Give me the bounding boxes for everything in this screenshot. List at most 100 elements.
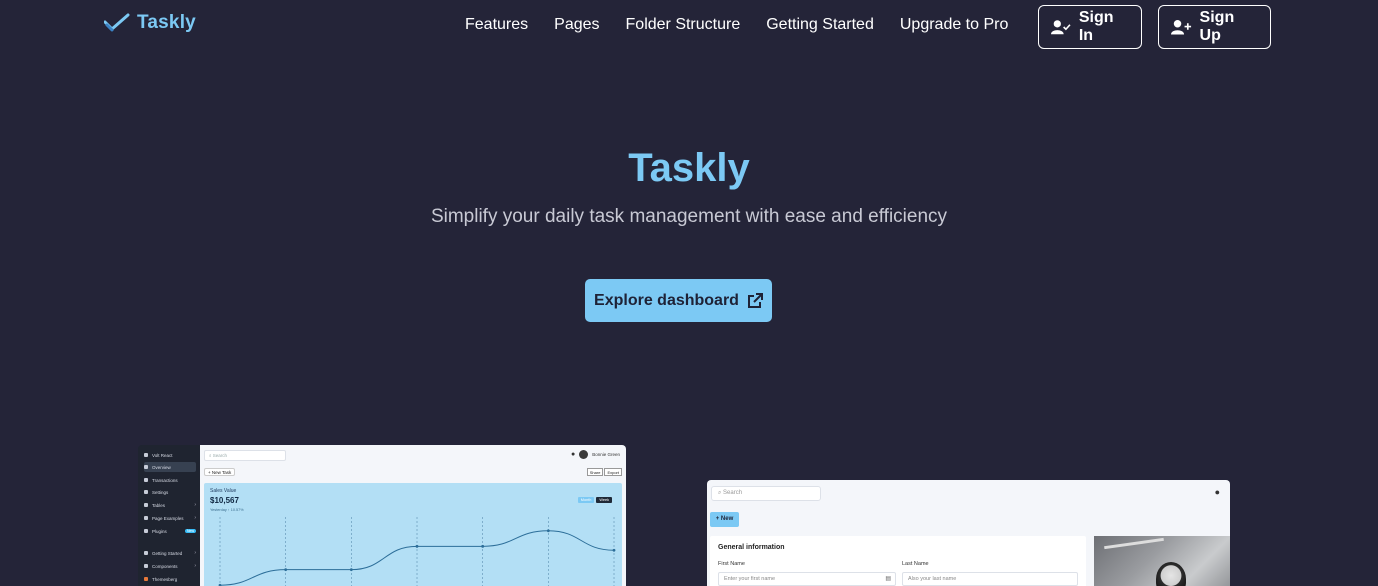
hero-subtitle: Simplify your daily task management with… [430,206,948,227]
user-check-icon [1051,20,1071,35]
preview-sidebar-item: Tables › [144,500,196,510]
preview-sidebar-item: Components › [144,561,196,571]
navbar: Taskly Features Pages Folder Structure G… [0,0,1378,54]
preview-export-button: Export [604,468,622,476]
explore-dashboard-label: Explore dashboard [594,291,739,309]
preview-sidebar-item: Themesberg [144,574,196,584]
calendar-icon: ▤ [885,576,891,582]
user-plus-icon [1171,19,1192,35]
preview-sidebar-label: Themesberg [152,576,178,582]
preview-main: ⌕ Search ● Bonnie Green + New Task Share… [200,445,626,586]
chevron-right-icon: › [194,563,196,569]
preview2-search: ⌕ Search [711,486,821,501]
preview-card-delta: Yesterday ↑ 10.57% [210,508,244,512]
preview-user-name: Bonnie Green [592,452,620,457]
chart-point [612,548,616,552]
nav-link-pages[interactable]: Pages [554,16,599,34]
preview-sidebar-label: Components [152,563,178,569]
preview-toggle-month: Month [577,497,595,503]
preview-sidebar-icon [144,503,148,507]
preview2-first-name-placeholder: Enter your first name [724,576,776,582]
preview-sales-chart [218,517,616,586]
preview-sidebar-label: Page Examples [152,515,184,521]
preview2-last-name-placeholder: Also your last name [908,576,957,582]
preview-card-label: Sales Value [210,488,237,494]
nav-menu: Features Pages Folder Structure Getting … [465,16,1034,34]
dashboard-preview-image: Volt React Overview Transactions Setting… [138,445,626,586]
sign-in-button[interactable]: Sign In [1038,5,1142,49]
preview-sidebar-item: Plugins New [144,526,196,536]
preview2-first-name-field: Enter your first name ▤ [718,572,896,586]
preview-user: ● Bonnie Green [571,450,620,459]
preview-range-toggle: Month Week [577,497,612,503]
preview-sidebar-icon [144,551,148,555]
preview2-last-name-field: Also your last name [902,572,1078,586]
chart-point [546,529,550,533]
preview-sidebar-icon [144,478,148,482]
external-link-icon [747,292,763,308]
nav-link-features[interactable]: Features [465,16,528,34]
hero-title: Taskly [628,146,750,190]
chart-point [415,544,419,548]
preview2-last-name-label: Last Name [902,561,929,567]
preview-search: ⌕ Search [204,450,286,461]
preview-sidebar-icon [144,577,148,581]
form-preview-image: ⌕ Search ● + New General information Fir… [707,480,1230,586]
sign-in-label: Sign In [1078,9,1114,44]
preview-sales-card: Sales Value $10,567 Yesterday ↑ 10.57% M… [204,483,622,586]
preview-new-task-button: + New Task [204,468,236,476]
preview2-form-title: General information [718,544,785,551]
preview-sidebar-item: Settings [144,487,196,497]
preview-sidebar-icon [144,516,148,520]
preview-sidebar-label: Plugins [152,528,167,534]
preview-sidebar-icon [144,564,148,568]
preview-sidebar-label: Transactions [152,477,178,483]
avatar [579,450,589,459]
preview-card-value: $10,567 [210,496,239,505]
chevron-right-icon: › [194,515,196,521]
explore-dashboard-button[interactable]: Explore dashboard [585,279,772,322]
preview-toggle-week: Week [596,497,612,503]
preview-sidebar-item: Page Examples › [144,513,196,523]
preview-sidebar: Volt React Overview Transactions Setting… [138,445,200,586]
preview-sidebar-label: Getting Started [152,550,183,556]
new-badge: New [184,529,196,533]
preview-sidebar-label: Tables [152,502,166,508]
preview2-first-name-label: First Name [718,561,745,567]
preview2-photo-person [1156,562,1186,586]
preview2-general-info-form: General information First Name Last Name… [710,536,1086,586]
nav-link-folder-structure[interactable]: Folder Structure [626,16,741,34]
brand-name: Taskly [137,12,196,33]
preview-sidebar-icon [144,465,148,469]
preview-sidebar-icon [144,529,148,533]
preview-sidebar-item: Getting Started › [144,548,196,558]
preview-share-button: Share [586,468,604,476]
brand-logo-link[interactable]: Taskly [104,12,196,34]
preview-sidebar-item: Overview [144,462,196,472]
preview-sidebar-icon [144,453,148,457]
chevron-right-icon: › [194,502,196,508]
preview2-new-button: + New [710,512,739,527]
preview-sidebar-item: Volt React [144,450,196,460]
bell-icon: ● [1214,487,1220,497]
nav-link-upgrade-to-pro[interactable]: Upgrade to Pro [900,16,1009,34]
preview-sidebar-label: Settings [152,489,169,495]
preview2-photo-lamp [1104,537,1164,550]
sign-up-button[interactable]: Sign Up [1158,5,1271,49]
preview-toolbar: Share Export [586,468,622,476]
chart-point [284,568,288,572]
preview-sidebar-label: Volt React [152,452,173,458]
chevron-right-icon: › [194,550,196,556]
sign-up-label: Sign Up [1199,9,1235,44]
bell-icon: ● [570,451,576,458]
preview-sidebar-item: Transactions [144,475,196,485]
preview-sidebar-label: Overview [152,464,171,470]
chart-point [349,568,353,572]
chart-point [481,544,485,548]
nav-link-getting-started[interactable]: Getting Started [766,16,874,34]
preview-search-placeholder: Search [212,453,228,458]
preview2-search-placeholder: Search [723,490,743,496]
preview-sidebar-icon [144,490,148,494]
checkmark-logo-icon [104,13,130,32]
preview2-profile-photo [1094,536,1230,586]
